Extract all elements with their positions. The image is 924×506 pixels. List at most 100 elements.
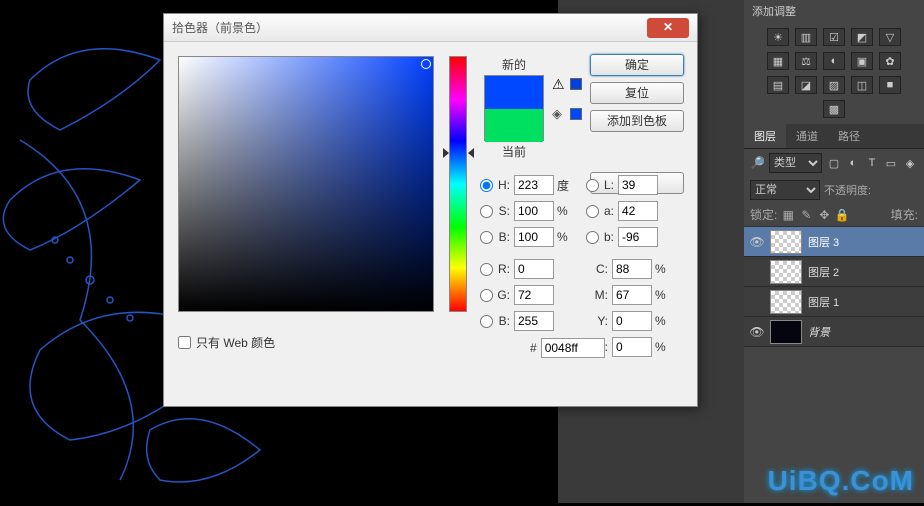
search-icon[interactable]: 🔎 (750, 156, 765, 170)
hue-icon[interactable]: ▦ (767, 52, 789, 70)
color-field-cursor (421, 59, 431, 69)
layer-thumbnail[interactable] (770, 260, 802, 284)
visibility-toggle[interactable]: 👁 (744, 325, 770, 339)
reset-button[interactable]: 复位 (590, 82, 684, 104)
a-input[interactable] (618, 201, 658, 221)
c-input[interactable] (612, 259, 652, 279)
sat-input[interactable] (514, 201, 554, 221)
current-color-label: 当前 (502, 143, 526, 160)
k-input[interactable] (612, 337, 652, 357)
tab-channels[interactable]: 通道 (786, 124, 828, 148)
filter-text-icon[interactable]: T (864, 155, 880, 171)
gradient-map-icon[interactable]: ■ (879, 76, 901, 94)
rgb-b-input[interactable] (514, 311, 554, 331)
layer-thumbnail[interactable] (770, 320, 802, 344)
watermark: UiBQ.CoM (768, 465, 914, 497)
l-radio[interactable] (586, 179, 599, 192)
levels-icon[interactable]: ▥ (795, 28, 817, 46)
opacity-label: 不透明度: (824, 182, 871, 198)
tab-paths[interactable]: 路径 (828, 124, 870, 148)
layer-name[interactable]: 图层 3 (808, 234, 839, 250)
filter-adjust-icon[interactable]: ◐ (845, 155, 861, 171)
panel-tabs: 图层 通道 路径 (744, 124, 924, 149)
b-label: B: (496, 230, 510, 244)
photo-filter-icon[interactable]: ▣ (851, 52, 873, 70)
selective-icon[interactable]: ▩ (823, 100, 845, 118)
visibility-toggle[interactable]: 👁 (744, 235, 770, 249)
lab-b-radio[interactable] (586, 231, 599, 244)
filter-pixel-icon[interactable]: ▢ (826, 155, 842, 171)
layer-thumbnail[interactable] (770, 290, 802, 314)
l-label: L: (602, 178, 614, 192)
g-input[interactable] (514, 285, 554, 305)
lock-pixels-icon[interactable]: ✎ (799, 208, 813, 222)
dialog-titlebar[interactable]: 拾色器（前景色） ✕ (164, 14, 697, 42)
hex-input[interactable] (541, 338, 605, 358)
bw-icon[interactable]: ◐ (823, 52, 845, 70)
g-radio[interactable] (480, 289, 493, 302)
hue-input[interactable] (514, 175, 554, 195)
threshold-icon[interactable]: ◫ (851, 76, 873, 94)
lock-transparent-icon[interactable]: ▦ (781, 208, 795, 222)
layer-filter-select[interactable]: 类型 (769, 153, 822, 173)
a-radio[interactable] (586, 205, 599, 218)
layer-row[interactable]: 图层 1 (744, 287, 924, 317)
layer-thumbnail[interactable] (770, 230, 802, 254)
y-input[interactable] (612, 311, 652, 331)
web-only-checkbox[interactable] (178, 336, 191, 349)
rgb-b-label: B: (496, 314, 510, 328)
gamut-corrected-swatch[interactable] (570, 78, 582, 90)
adjustments-icons: ☀ ▥ ☑ ◩ ▽ ▦ ⚖ ◐ ▣ ✿ ▤ ◪ ▨ ◫ ■ ▩ (744, 22, 924, 124)
hue-slider[interactable] (449, 56, 467, 312)
exposure-icon[interactable]: ◩ (851, 28, 873, 46)
m-input[interactable] (612, 285, 652, 305)
hue-radio[interactable] (480, 179, 493, 192)
close-button[interactable]: ✕ (647, 18, 689, 38)
tab-layers[interactable]: 图层 (744, 124, 786, 148)
gamut-warning-icon[interactable]: ⚠ (552, 76, 565, 93)
curves-icon[interactable]: ☑ (823, 28, 845, 46)
layer-name[interactable]: 图层 1 (808, 294, 839, 310)
channel-mixer-icon[interactable]: ✿ (879, 52, 901, 70)
l-input[interactable] (618, 175, 658, 195)
filter-shape-icon[interactable]: ▭ (883, 155, 899, 171)
add-swatch-button[interactable]: 添加到色板 (590, 110, 684, 132)
g-label: G: (496, 288, 510, 302)
filter-smart-icon[interactable]: ◈ (902, 155, 918, 171)
new-color-label: 新的 (502, 56, 526, 73)
rgb-b-radio[interactable] (480, 315, 493, 328)
lookup-icon[interactable]: ▤ (767, 76, 789, 94)
vibrance-icon[interactable]: ▽ (879, 28, 901, 46)
layer-row[interactable]: 👁 背景 (744, 317, 924, 347)
websafe-corrected-swatch[interactable] (570, 108, 582, 120)
posterize-icon[interactable]: ▨ (823, 76, 845, 94)
bri-radio[interactable] (480, 231, 493, 244)
bri-input[interactable] (514, 227, 554, 247)
ok-button[interactable]: 确定 (590, 54, 684, 76)
lock-all-icon[interactable]: 🔒 (835, 208, 849, 222)
dialog-title: 拾色器（前景色） (172, 19, 268, 36)
fill-label: 填充: (891, 206, 918, 223)
balance-icon[interactable]: ⚖ (795, 52, 817, 70)
s-label: S: (496, 204, 510, 218)
lock-position-icon[interactable]: ✥ (817, 208, 831, 222)
sat-radio[interactable] (480, 205, 493, 218)
color-field[interactable] (178, 56, 434, 312)
brightness-icon[interactable]: ☀ (767, 28, 789, 46)
layer-row[interactable]: 图层 2 (744, 257, 924, 287)
layers-list: 👁 图层 3 图层 2 图层 1 👁 背景 (744, 227, 924, 347)
r-input[interactable] (514, 259, 554, 279)
color-preview-swatch[interactable] (484, 75, 544, 141)
web-only-label: 只有 Web 颜色 (196, 334, 275, 351)
r-label: R: (496, 262, 510, 276)
lab-b-input[interactable] (618, 227, 658, 247)
adjustments-title: 添加调整 (744, 0, 924, 22)
layer-name[interactable]: 背景 (808, 324, 830, 340)
websafe-warning-icon[interactable]: ◈ (552, 106, 562, 122)
invert-icon[interactable]: ◪ (795, 76, 817, 94)
layer-name[interactable]: 图层 2 (808, 264, 839, 280)
layer-row[interactable]: 👁 图层 3 (744, 227, 924, 257)
hue-slider-pointer (443, 148, 449, 158)
blend-mode-select[interactable]: 正常 (750, 180, 820, 200)
r-radio[interactable] (480, 263, 493, 276)
